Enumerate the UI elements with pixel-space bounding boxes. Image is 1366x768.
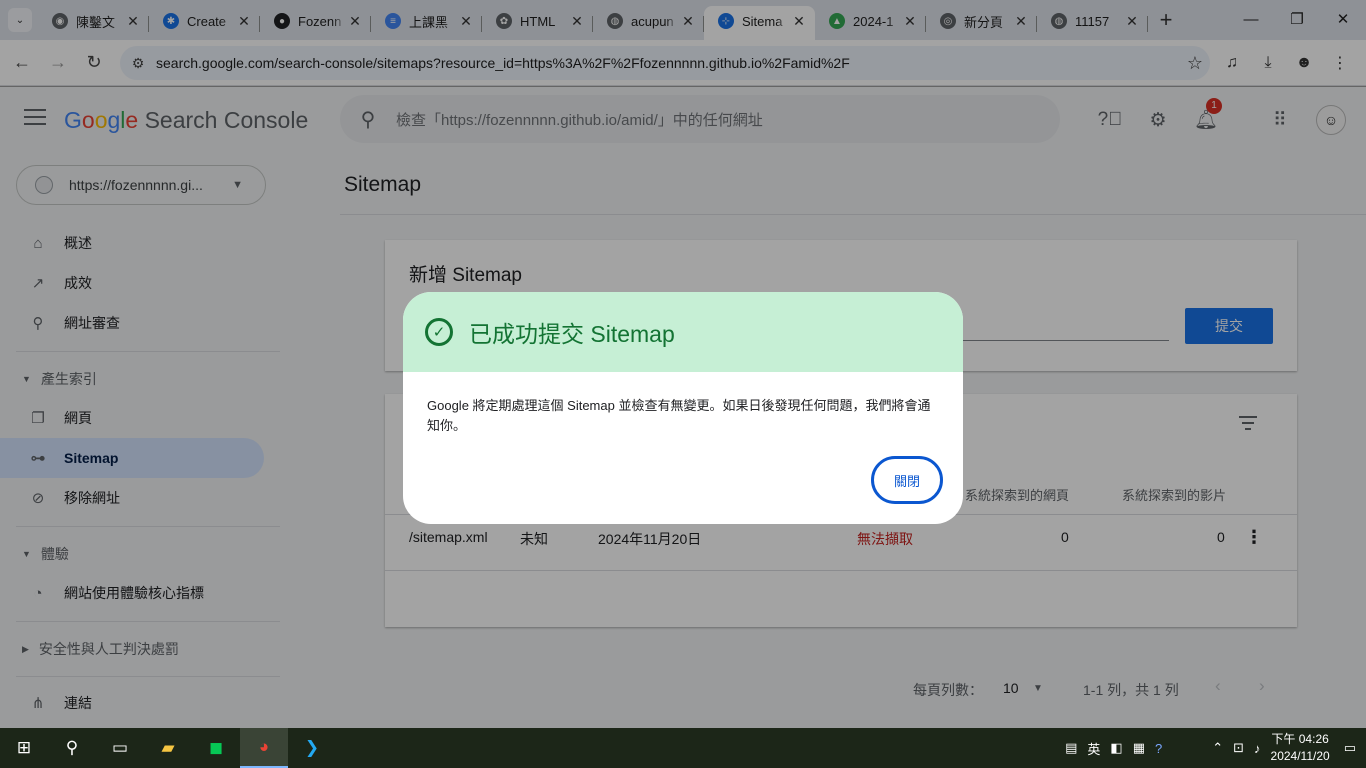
- dialog-header: ✓ 已成功提交 Sitemap: [403, 292, 963, 372]
- task-view-icon[interactable]: ▭: [96, 728, 144, 768]
- file-explorer-icon[interactable]: ▰: [144, 728, 192, 768]
- system-clock[interactable]: 下午 04:26 2024/11/20: [1271, 731, 1330, 765]
- line-app-icon[interactable]: ◼: [192, 728, 240, 768]
- clock-date: 2024/11/20: [1270, 749, 1330, 763]
- clock-time: 下午 04:26: [1271, 732, 1329, 746]
- chrome-app-icon[interactable]: ◕: [240, 728, 288, 768]
- dialog-message: Google 將定期處理這個 Sitemap 並檢查有無變更。如果日後發現任何問…: [427, 398, 931, 433]
- ime-indicator[interactable]: 英: [1087, 739, 1100, 758]
- success-dialog: ✓ 已成功提交 Sitemap Google 將定期處理這個 Sitemap 並…: [403, 292, 963, 524]
- close-dialog-button[interactable]: 關閉: [871, 456, 943, 504]
- help-tray-icon[interactable]: ?: [1155, 741, 1162, 756]
- ime-settings-icon[interactable]: ▦: [1133, 740, 1145, 756]
- clipboard-icon[interactable]: ▤: [1065, 740, 1077, 756]
- dialog-title: 已成功提交 Sitemap: [469, 321, 675, 347]
- taskbar-search-icon[interactable]: ⚲: [48, 728, 96, 768]
- start-windows-icon[interactable]: ⊞: [0, 728, 48, 768]
- vscode-app-icon[interactable]: ❯: [288, 728, 336, 768]
- notification-center-icon[interactable]: ▭: [1344, 740, 1356, 756]
- system-tray: ▤ 英 ◧ ▦ ? ⌃ ⊡ ♪ 下午 04:26 2024/11/20 ▭: [1065, 728, 1366, 768]
- windows-taskbar: ⊞ ⚲ ▭ ▰ ◼ ◕ ❯ ▤ 英 ◧ ▦ ? ⌃ ⊡ ♪ 下午 04:26 2…: [0, 728, 1366, 768]
- show-hidden-icons[interactable]: ⌃: [1212, 740, 1223, 756]
- volume-icon[interactable]: ♪: [1254, 741, 1261, 756]
- check-circle-icon: ✓: [425, 318, 453, 346]
- network-icon[interactable]: ⊡: [1233, 740, 1244, 756]
- ime-mode-icon[interactable]: ◧: [1110, 740, 1122, 756]
